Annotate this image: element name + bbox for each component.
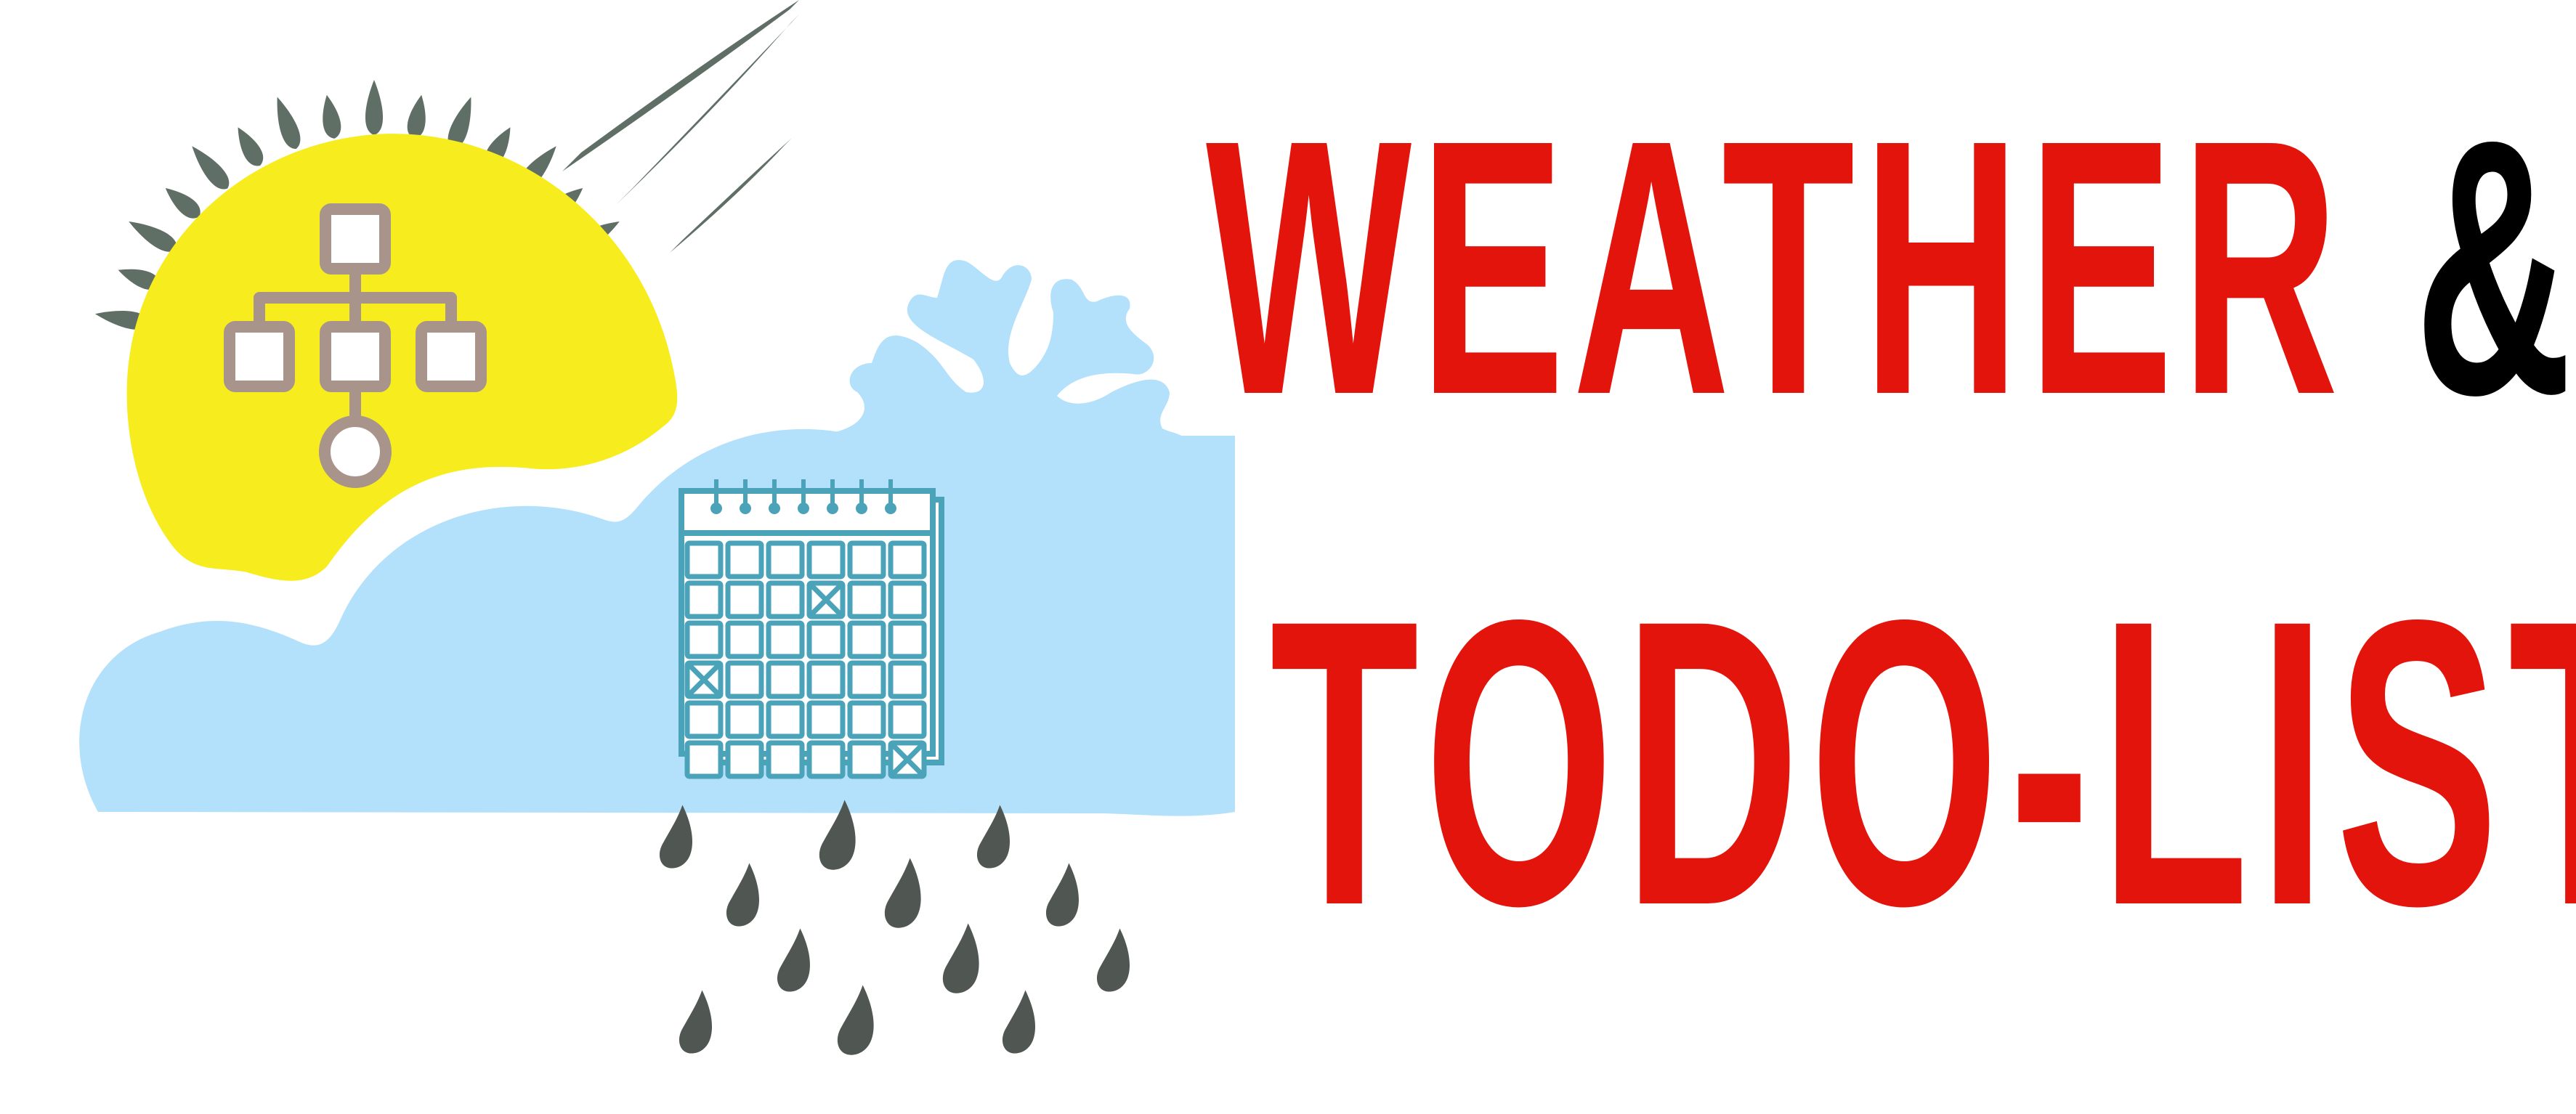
title-ampersand-text: & (2415, 64, 2576, 470)
calendar-day-cell (684, 740, 724, 779)
calendar-day-cell (725, 580, 764, 619)
calendar-ring-post (859, 479, 864, 508)
calendar-ring-post (830, 479, 835, 508)
title-weather-text: WEATHER (1206, 64, 2415, 470)
title-todo-list-text: TODO-LIST (1270, 535, 2576, 990)
sun-ray (323, 94, 341, 139)
calendar-day-cell (847, 740, 886, 779)
rain-drop (1045, 863, 1080, 927)
weather-todo-logo (79, 0, 1235, 1055)
calendar-day-cell (806, 700, 846, 739)
rain-drop (884, 858, 921, 928)
calendar-day-cell (847, 700, 886, 739)
rain-drop (1096, 928, 1130, 992)
calendar-day-cell (888, 620, 927, 659)
sun-ray (277, 97, 301, 149)
calendar-day-cell (684, 700, 724, 739)
rain-drop (777, 928, 811, 992)
calendar-day-cell (725, 700, 764, 739)
sun-ray (238, 127, 264, 166)
rain-drop (942, 923, 979, 993)
calendar-day-cell (725, 740, 764, 779)
calendar-day-cell (888, 580, 927, 619)
calendar-day-cell (766, 580, 805, 619)
calendar-day-cell (725, 620, 764, 659)
calendar-day-cell (847, 660, 886, 699)
rain-drop (1002, 990, 1036, 1054)
calendar-day-cell (888, 660, 927, 699)
title-line-1: WEATHER & (1206, 86, 2576, 449)
calendar-day-cell (847, 620, 886, 659)
calendar-day-cell (725, 660, 764, 699)
title-line-2: TODO-LIST (1270, 559, 2576, 966)
calendar-day-cell (806, 660, 846, 699)
rain-drop (976, 805, 1010, 869)
calendar-ring-post (801, 479, 806, 508)
sun-ray (562, 0, 799, 171)
rain-drop (726, 863, 760, 927)
rain-drop (659, 805, 693, 869)
calendar-day-cell (888, 540, 927, 580)
sun-ray (407, 94, 426, 139)
calendar-day-cell (684, 540, 724, 580)
calendar-day-cell (766, 540, 805, 580)
calendar-ring-post (888, 479, 893, 508)
calendar-day-cell (806, 540, 846, 580)
calendar-day-cell (725, 540, 764, 580)
calendar-day-cell (766, 700, 805, 739)
calendar-ring-post (714, 479, 718, 508)
calendar-day-cell (847, 540, 886, 580)
rain-drops-icon (659, 800, 1130, 1055)
calendar-day-cell (806, 740, 846, 779)
sun-ray (670, 138, 792, 253)
calendar-ring-post (743, 479, 748, 508)
calendar-day-cell (766, 740, 805, 779)
calendar-day-cell (766, 660, 805, 699)
rain-drop (679, 990, 713, 1054)
calendar-day-cell (806, 620, 846, 659)
sun-ray (365, 80, 384, 135)
calendar-day-cell (684, 580, 724, 619)
calendar-ring-post (772, 479, 777, 508)
sun-icon (126, 134, 678, 581)
calendar-day-cell (847, 580, 886, 619)
calendar-day-cell (684, 620, 724, 659)
calendar-day-cell (766, 620, 805, 659)
calendar-icon (679, 479, 944, 779)
rain-drop (837, 985, 874, 1055)
calendar-day-cell (888, 700, 927, 739)
sun-ray (192, 146, 230, 190)
